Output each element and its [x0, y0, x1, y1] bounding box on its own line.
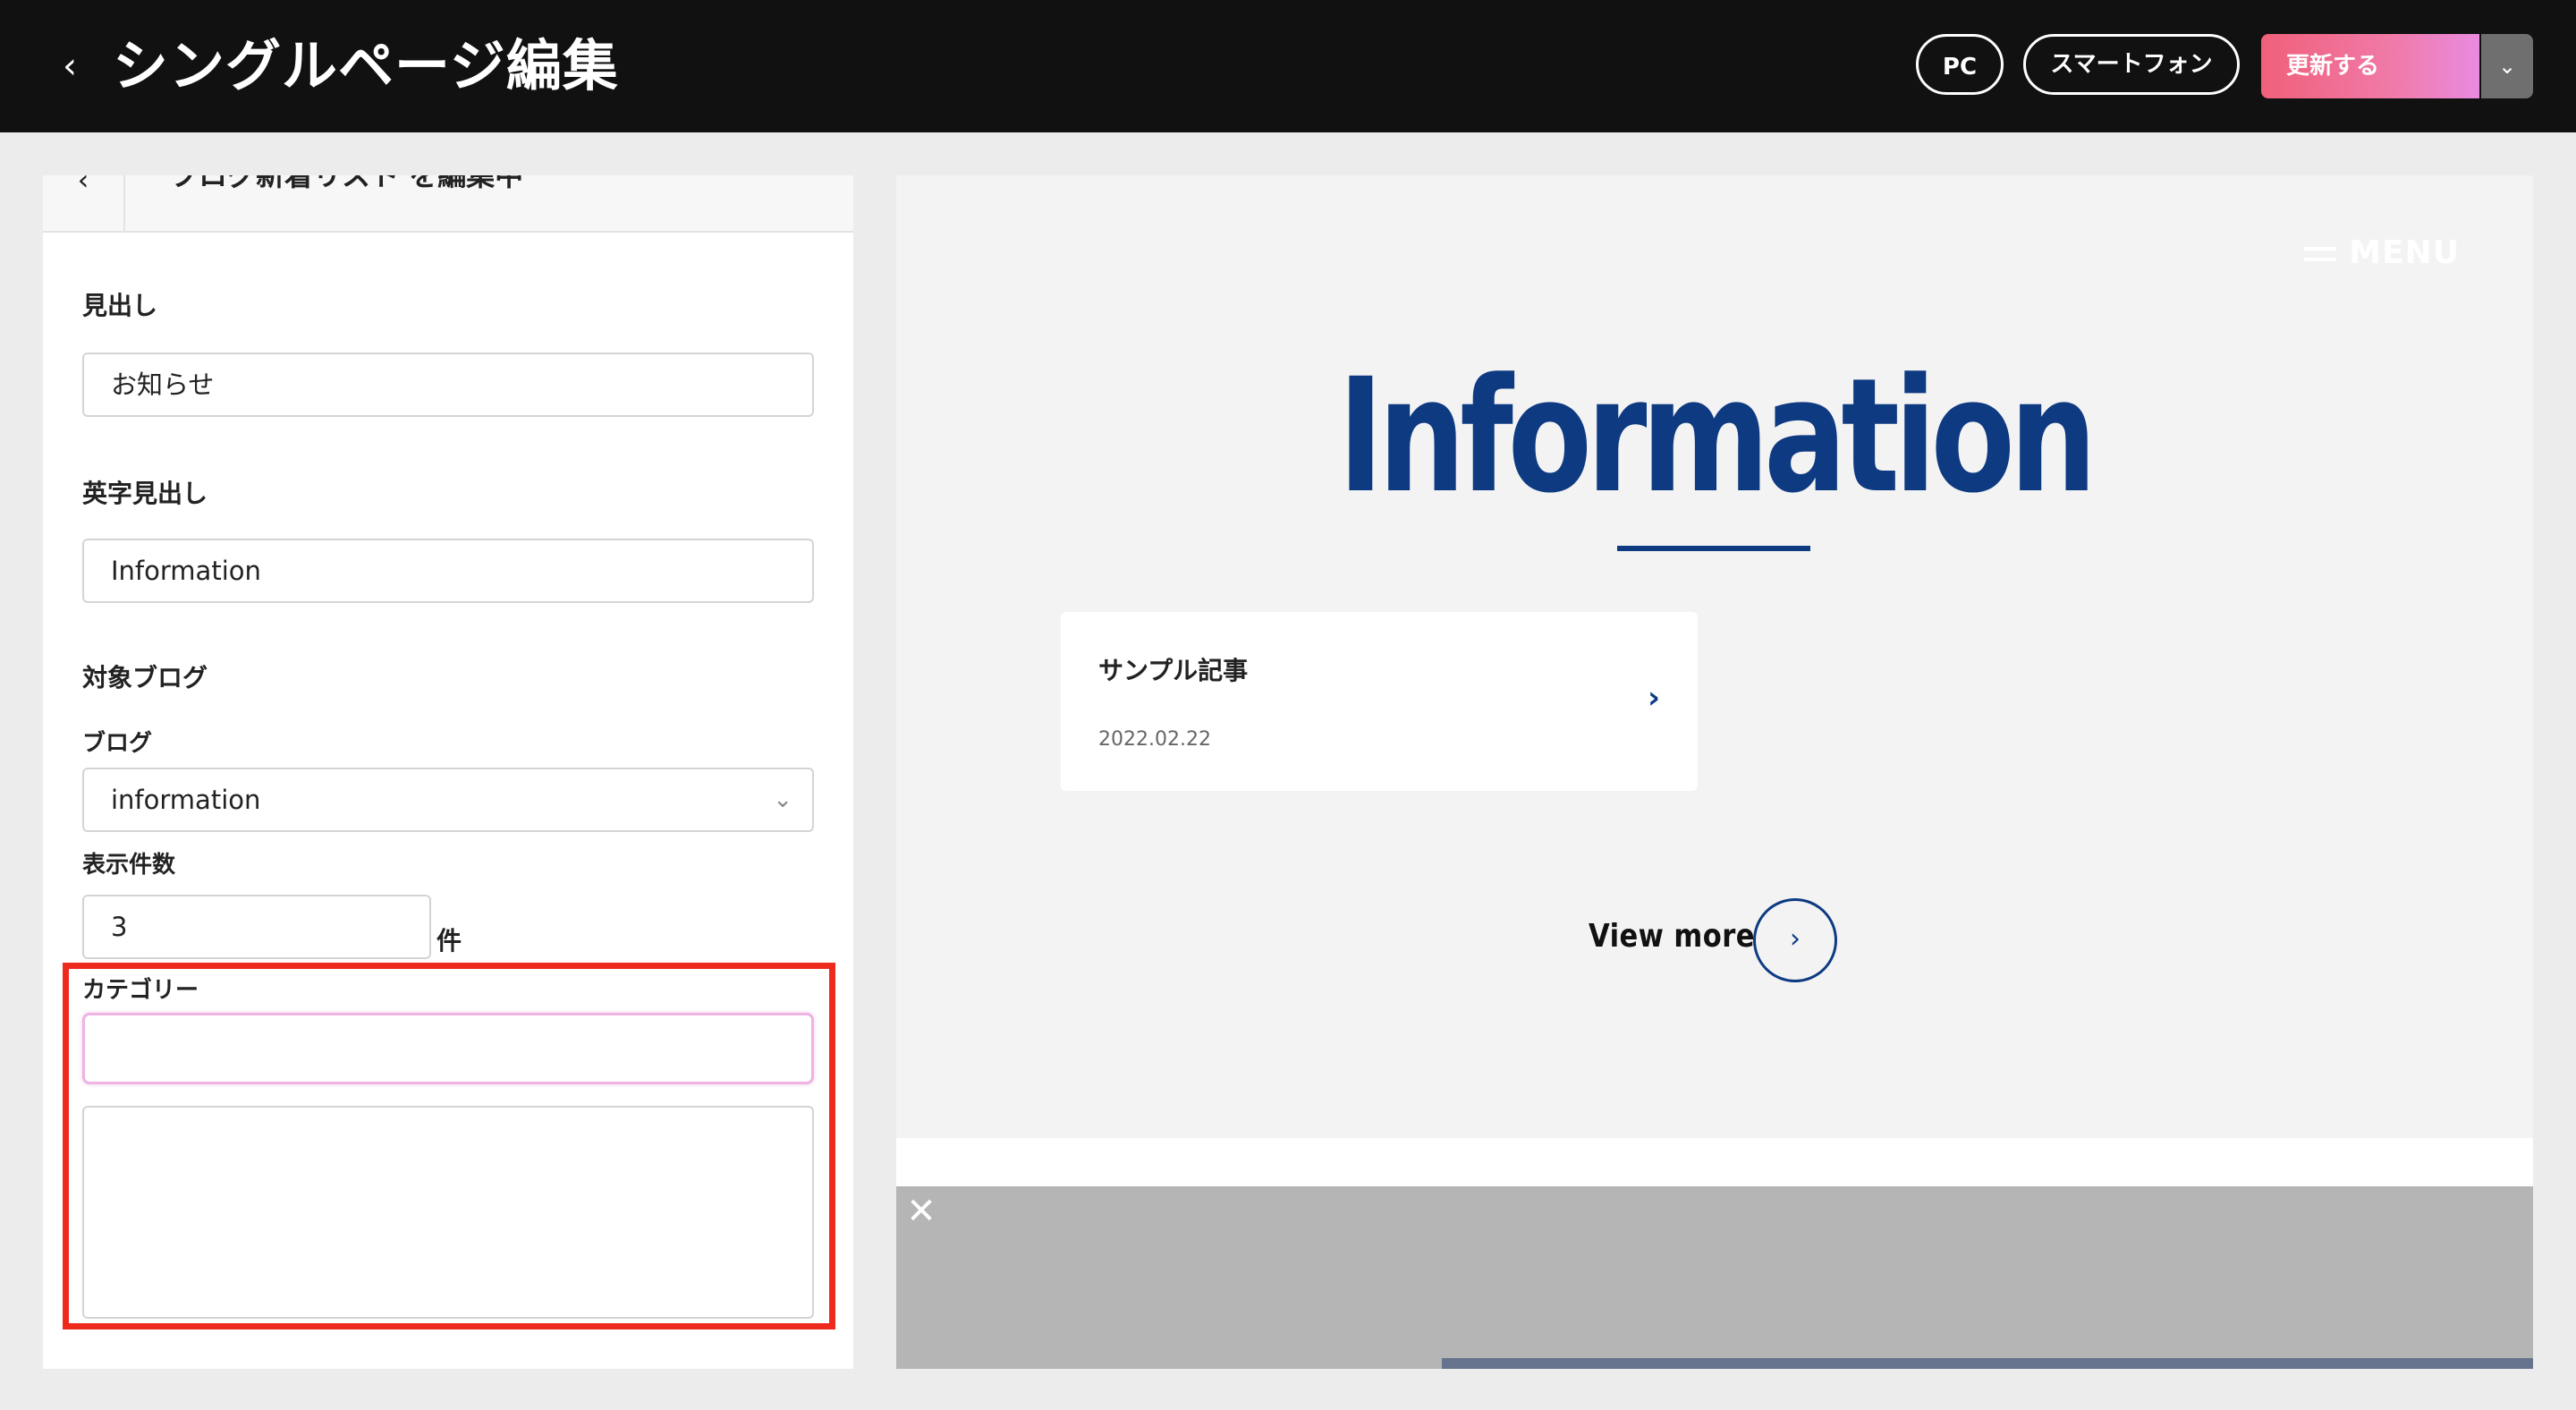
en-heading-input[interactable]: Information — [82, 539, 814, 603]
menu-button[interactable]: MENU — [2304, 234, 2460, 271]
count-label: 表示件数 — [82, 852, 176, 879]
blog-select[interactable]: information ⌄ — [82, 768, 814, 832]
page-title: シングルページ編集 — [113, 33, 619, 98]
update-button[interactable]: 更新する — [2261, 34, 2479, 98]
preview-divider — [896, 1138, 2533, 1186]
card-date: 2022.02.22 — [1098, 728, 1211, 751]
count-input[interactable]: 3 — [82, 895, 431, 959]
highlight-annotation — [63, 963, 835, 1329]
title-underline — [1617, 546, 1810, 551]
chevron-down-icon: ⌄ — [773, 786, 792, 813]
article-card[interactable]: サンプル記事 2022.02.22 › — [1061, 612, 1698, 791]
blog-label: ブログ — [82, 730, 153, 757]
target-blog-label: 対象ブログ — [82, 663, 208, 692]
count-unit: 件 — [436, 926, 462, 956]
progress-bar — [1442, 1358, 2533, 1369]
preview-footer-overlay: ✕ — [896, 1186, 2533, 1369]
top-bar: ‹ シングルページ編集 PC スマートフォン 更新する ⌄ — [0, 0, 2576, 132]
progress-track — [896, 1358, 2533, 1369]
en-heading-label: 英字見出し — [82, 479, 208, 508]
chevron-right-icon: › — [1647, 680, 1660, 716]
panel-header: ‹ ブログ新着リスト を編集中 — [43, 175, 853, 233]
panel-title: ブログ新着リスト を編集中 — [170, 175, 524, 192]
blog-select-value: information — [111, 785, 261, 815]
hamburger-icon — [2304, 247, 2337, 261]
view-more-label[interactable]: View more — [1589, 918, 1755, 955]
panel-back-chevron-icon[interactable]: ‹ — [43, 175, 125, 231]
close-icon[interactable]: ✕ — [903, 1193, 939, 1229]
page-preview: MENU Information サンプル記事 2022.02.22 › Vie… — [896, 175, 2533, 1369]
view-more-chevron-right-icon[interactable]: › — [1753, 898, 1837, 982]
menu-label: MENU — [2349, 234, 2460, 271]
heading-label: 見出し — [82, 291, 158, 320]
card-title: サンプル記事 — [1098, 656, 1249, 685]
pc-view-button[interactable]: PC — [1916, 34, 2004, 95]
back-chevron-icon[interactable]: ‹ — [43, 39, 97, 93]
smartphone-view-button[interactable]: スマートフォン — [2023, 34, 2240, 95]
preview-title: Information — [1337, 344, 2097, 528]
update-dropdown-chevron-down-icon[interactable]: ⌄ — [2481, 34, 2533, 98]
heading-input[interactable]: お知らせ — [82, 352, 814, 417]
